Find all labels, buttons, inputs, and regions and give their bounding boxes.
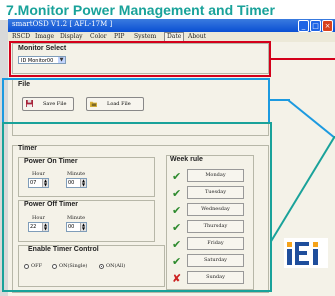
save-file-icon <box>26 100 33 107</box>
radio-on-all[interactable] <box>99 264 104 269</box>
monitor-select-dropdown[interactable]: ID Monitor00 ▼ <box>18 56 66 64</box>
chevron-down-icon: ▼ <box>58 57 65 63</box>
iei-logo <box>284 238 328 268</box>
check-icon: ✔ <box>172 187 182 200</box>
window-title: smartOSD V1.2 [ AFL-17M ] <box>12 20 113 28</box>
power-on-hour-value: 07 <box>30 180 37 186</box>
radio-off-label: OFF <box>31 263 43 269</box>
save-file-label: Save File <box>43 101 67 107</box>
check-icon: ✔ <box>172 238 182 251</box>
power-on-hour-stepper[interactable]: 07 ▲ ▼ <box>28 178 49 188</box>
day-button-wednesday[interactable]: Wednesday <box>187 203 244 216</box>
save-file-button[interactable]: Save File <box>22 97 74 111</box>
stepper-arrows-icon: ▲ ▼ <box>80 178 86 187</box>
power-on-minute-label: Minute <box>67 171 86 177</box>
radio-off[interactable] <box>24 264 29 269</box>
monitor-select-label: Monitor Select <box>18 45 67 52</box>
menu-color[interactable]: Color <box>90 32 107 42</box>
power-off-hour-label: Hour <box>32 215 45 221</box>
stepper-arrows-icon: ▲ ▼ <box>42 178 48 187</box>
load-file-button[interactable]: Load File <box>86 97 144 111</box>
menu-rscd[interactable]: RSCD <box>12 32 30 42</box>
close-icon[interactable]: × <box>322 20 333 32</box>
maximize-icon[interactable]: □ <box>310 20 321 32</box>
x-icon: ✘ <box>172 272 182 285</box>
power-on-minute-value: 00 <box>68 180 75 186</box>
day-button-friday[interactable]: Friday <box>187 237 244 250</box>
power-off-minute-label: Minute <box>67 215 86 221</box>
menu-image[interactable]: Image <box>35 32 54 42</box>
power-off-minute-stepper[interactable]: 00 ▲ ▼ <box>66 222 87 232</box>
power-on-timer-label: Power On Timer <box>24 158 78 165</box>
menu-about[interactable]: About <box>188 32 206 42</box>
radio-on-all-label: ON(All) <box>106 263 126 269</box>
week-rule-label: Week rule <box>170 156 203 163</box>
power-on-hour-label: Hour <box>32 171 45 177</box>
monitor-select-value: ID Monitor00 <box>21 58 54 64</box>
timer-control-label: Enable Timer Control <box>28 246 99 253</box>
minimize-icon[interactable]: _ <box>298 20 309 32</box>
menu-system[interactable]: System <box>134 32 156 42</box>
stepper-arrows-icon: ▲ ▼ <box>80 222 86 231</box>
power-off-hour-stepper[interactable]: 22 ▲ ▼ <box>28 222 49 232</box>
check-icon: ✔ <box>172 255 182 268</box>
title-bar: smartOSD V1.2 [ AFL-17M ] _ □ × <box>8 19 335 32</box>
stepper-arrows-icon: ▲ ▼ <box>42 222 48 231</box>
day-button-sunday[interactable]: Sunday <box>187 271 244 284</box>
radio-on-single-label: ON(Single) <box>59 263 88 269</box>
power-off-timer-label: Power Off Timer <box>24 201 78 208</box>
check-icon: ✔ <box>172 221 182 234</box>
radio-on-single[interactable] <box>52 264 57 269</box>
file-label: File <box>18 81 31 88</box>
menu-display[interactable]: Display <box>60 32 83 42</box>
power-off-minute-value: 00 <box>68 224 75 230</box>
menu-date[interactable]: Date <box>164 32 185 41</box>
menu-bar: RSCD Image Display Color PIP System Date… <box>8 32 335 42</box>
page-heading: 7.Monitor Power Management and Timer <box>0 0 335 20</box>
power-on-minute-stepper[interactable]: 00 ▲ ▼ <box>66 178 87 188</box>
menu-pip[interactable]: PIP <box>114 32 124 42</box>
folder-icon <box>90 101 97 107</box>
day-button-thursday[interactable]: Thursday <box>187 220 244 233</box>
check-icon: ✔ <box>172 204 182 217</box>
day-button-saturday[interactable]: Saturday <box>187 254 244 267</box>
load-file-label: Load File <box>107 101 131 107</box>
power-off-hour-value: 22 <box>30 224 37 230</box>
check-icon: ✔ <box>172 170 182 183</box>
timer-label: Timer <box>18 145 37 152</box>
day-button-tuesday[interactable]: Tuesday <box>187 186 244 199</box>
day-button-monday[interactable]: Monday <box>187 169 244 182</box>
